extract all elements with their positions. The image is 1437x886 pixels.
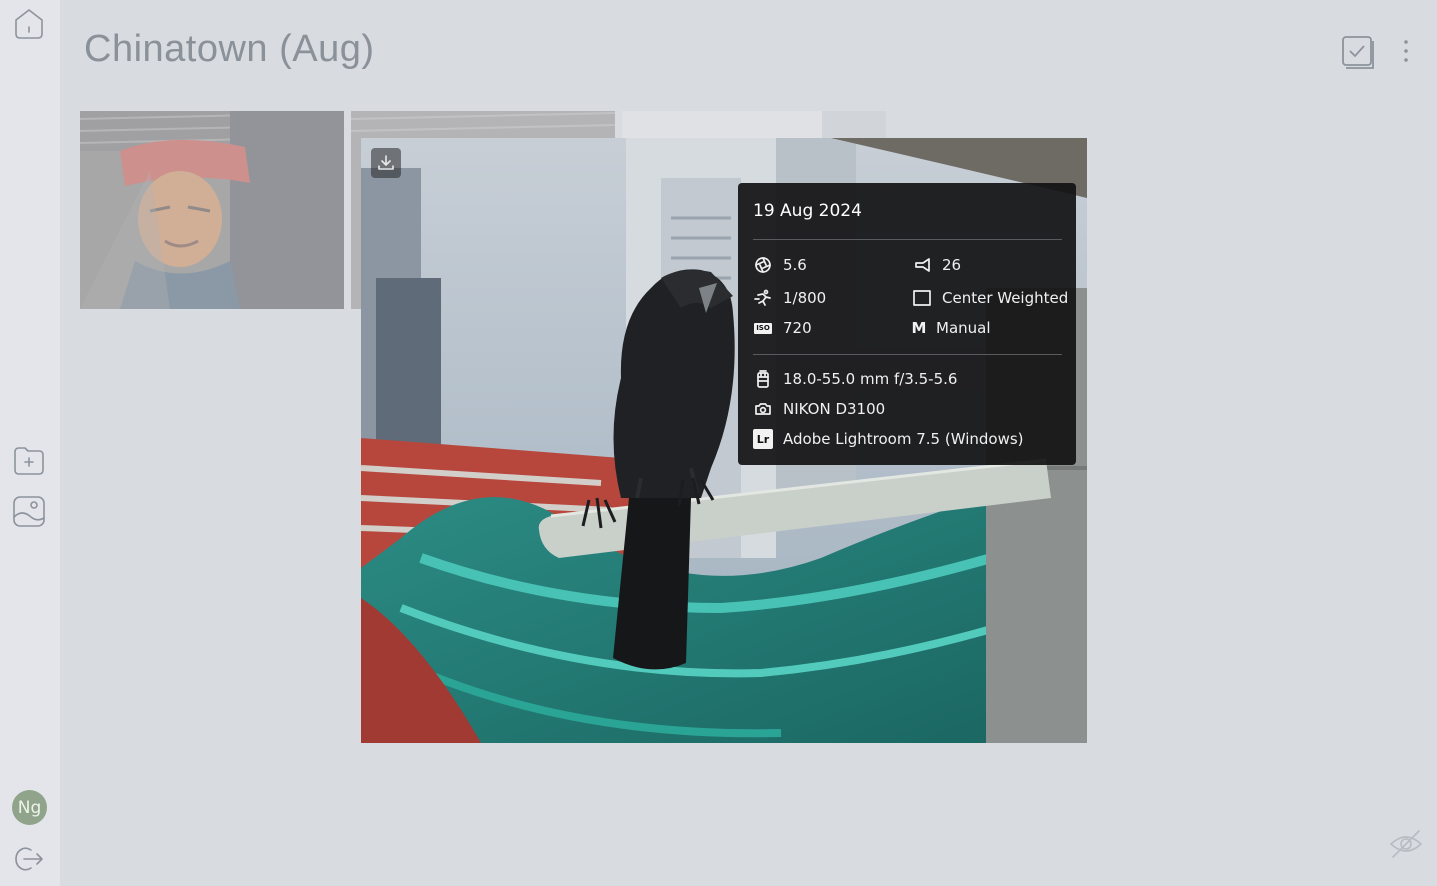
lightroom-icon: Lr [753,429,773,449]
divider [753,239,1062,240]
shutter-speed-value: 1/800 [783,289,827,307]
eye-off-icon [1389,830,1423,858]
iso-row: ISO 720 [753,318,812,338]
photo-date: 19 Aug 2024 [753,201,862,221]
running-icon [753,288,773,308]
focal-length-value: 26 [942,256,962,274]
metering-icon [912,288,932,308]
aperture-value: 5.6 [783,256,807,274]
album-title: Chinatown (Aug) [84,28,375,70]
mode-row: M Manual [912,318,991,338]
hide-info-button[interactable] [1388,826,1424,867]
new-folder-button[interactable] [10,441,48,479]
software-row: Lr Adobe Lightroom 7.5 (Windows) [753,429,1024,449]
avatar[interactable]: Ng [12,790,47,825]
exif-info-panel: 19 Aug 2024 5.6 26 1/800 Center Weighted… [738,183,1076,465]
home-button[interactable] [10,4,48,42]
download-button[interactable] [371,148,401,178]
image-plus-icon [13,496,45,527]
divider [753,354,1062,355]
logout-button[interactable] [10,840,48,878]
focal-length-icon [912,255,932,275]
download-icon [378,155,394,170]
mode-value: Manual [936,319,991,337]
more-options-button[interactable] [1396,34,1416,75]
metering-value: Center Weighted [942,289,1069,307]
lens-row: 18.0-55.0 mm f/3.5-5.6 [753,369,957,389]
more-vertical-icon [1404,40,1408,62]
focal-length-row: 26 [912,255,961,275]
camera-value: NIKON D3100 [783,400,886,418]
aperture-icon [753,255,773,275]
sidebar: Ng [0,0,60,886]
logout-icon [15,847,43,871]
add-image-button[interactable] [10,492,48,530]
camera-row: NIKON D3100 [753,399,885,419]
select-button[interactable] [1340,34,1376,75]
select-icon [1342,36,1374,69]
lens-icon [753,369,773,389]
mode-icon: M [911,319,927,337]
aperture-row: 5.6 [753,255,807,275]
camera-icon [753,399,773,419]
photo-thumbnail[interactable] [80,111,344,309]
mural-photo [80,111,344,309]
software-value: Adobe Lightroom 7.5 (Windows) [783,430,1024,448]
iso-value: 720 [783,319,812,337]
iso-icon: ISO [754,322,772,334]
home-icon [15,9,43,39]
lens-value: 18.0-55.0 mm f/3.5-5.6 [783,370,958,388]
folder-plus-icon [14,447,44,475]
shutter-row: 1/800 [753,288,826,308]
metering-row: Center Weighted [912,288,1068,308]
